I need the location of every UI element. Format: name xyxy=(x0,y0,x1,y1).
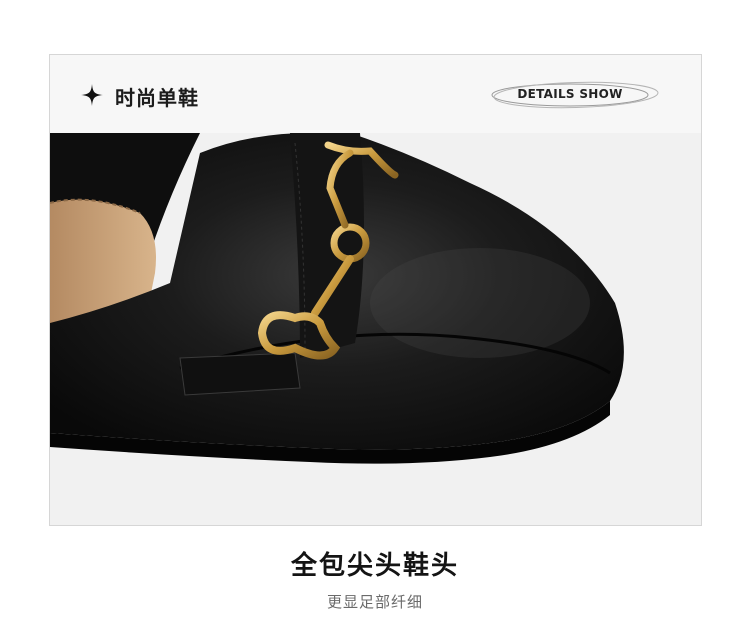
detail-card: 时尚单鞋 DETAILS SHOW xyxy=(49,54,702,526)
details-show-badge: DETAILS SHOW xyxy=(490,81,662,109)
feature-subline: 更显足部纤细 xyxy=(326,593,423,611)
details-show-label: DETAILS SHOW xyxy=(517,87,623,101)
section-header: 时尚单鞋 DETAILS SHOW xyxy=(50,55,701,133)
section-title: 时尚单鞋 xyxy=(115,86,199,110)
feature-headline: 全包尖头鞋头 xyxy=(290,551,459,581)
sparkle-icon xyxy=(81,84,103,106)
product-photo xyxy=(50,133,701,525)
